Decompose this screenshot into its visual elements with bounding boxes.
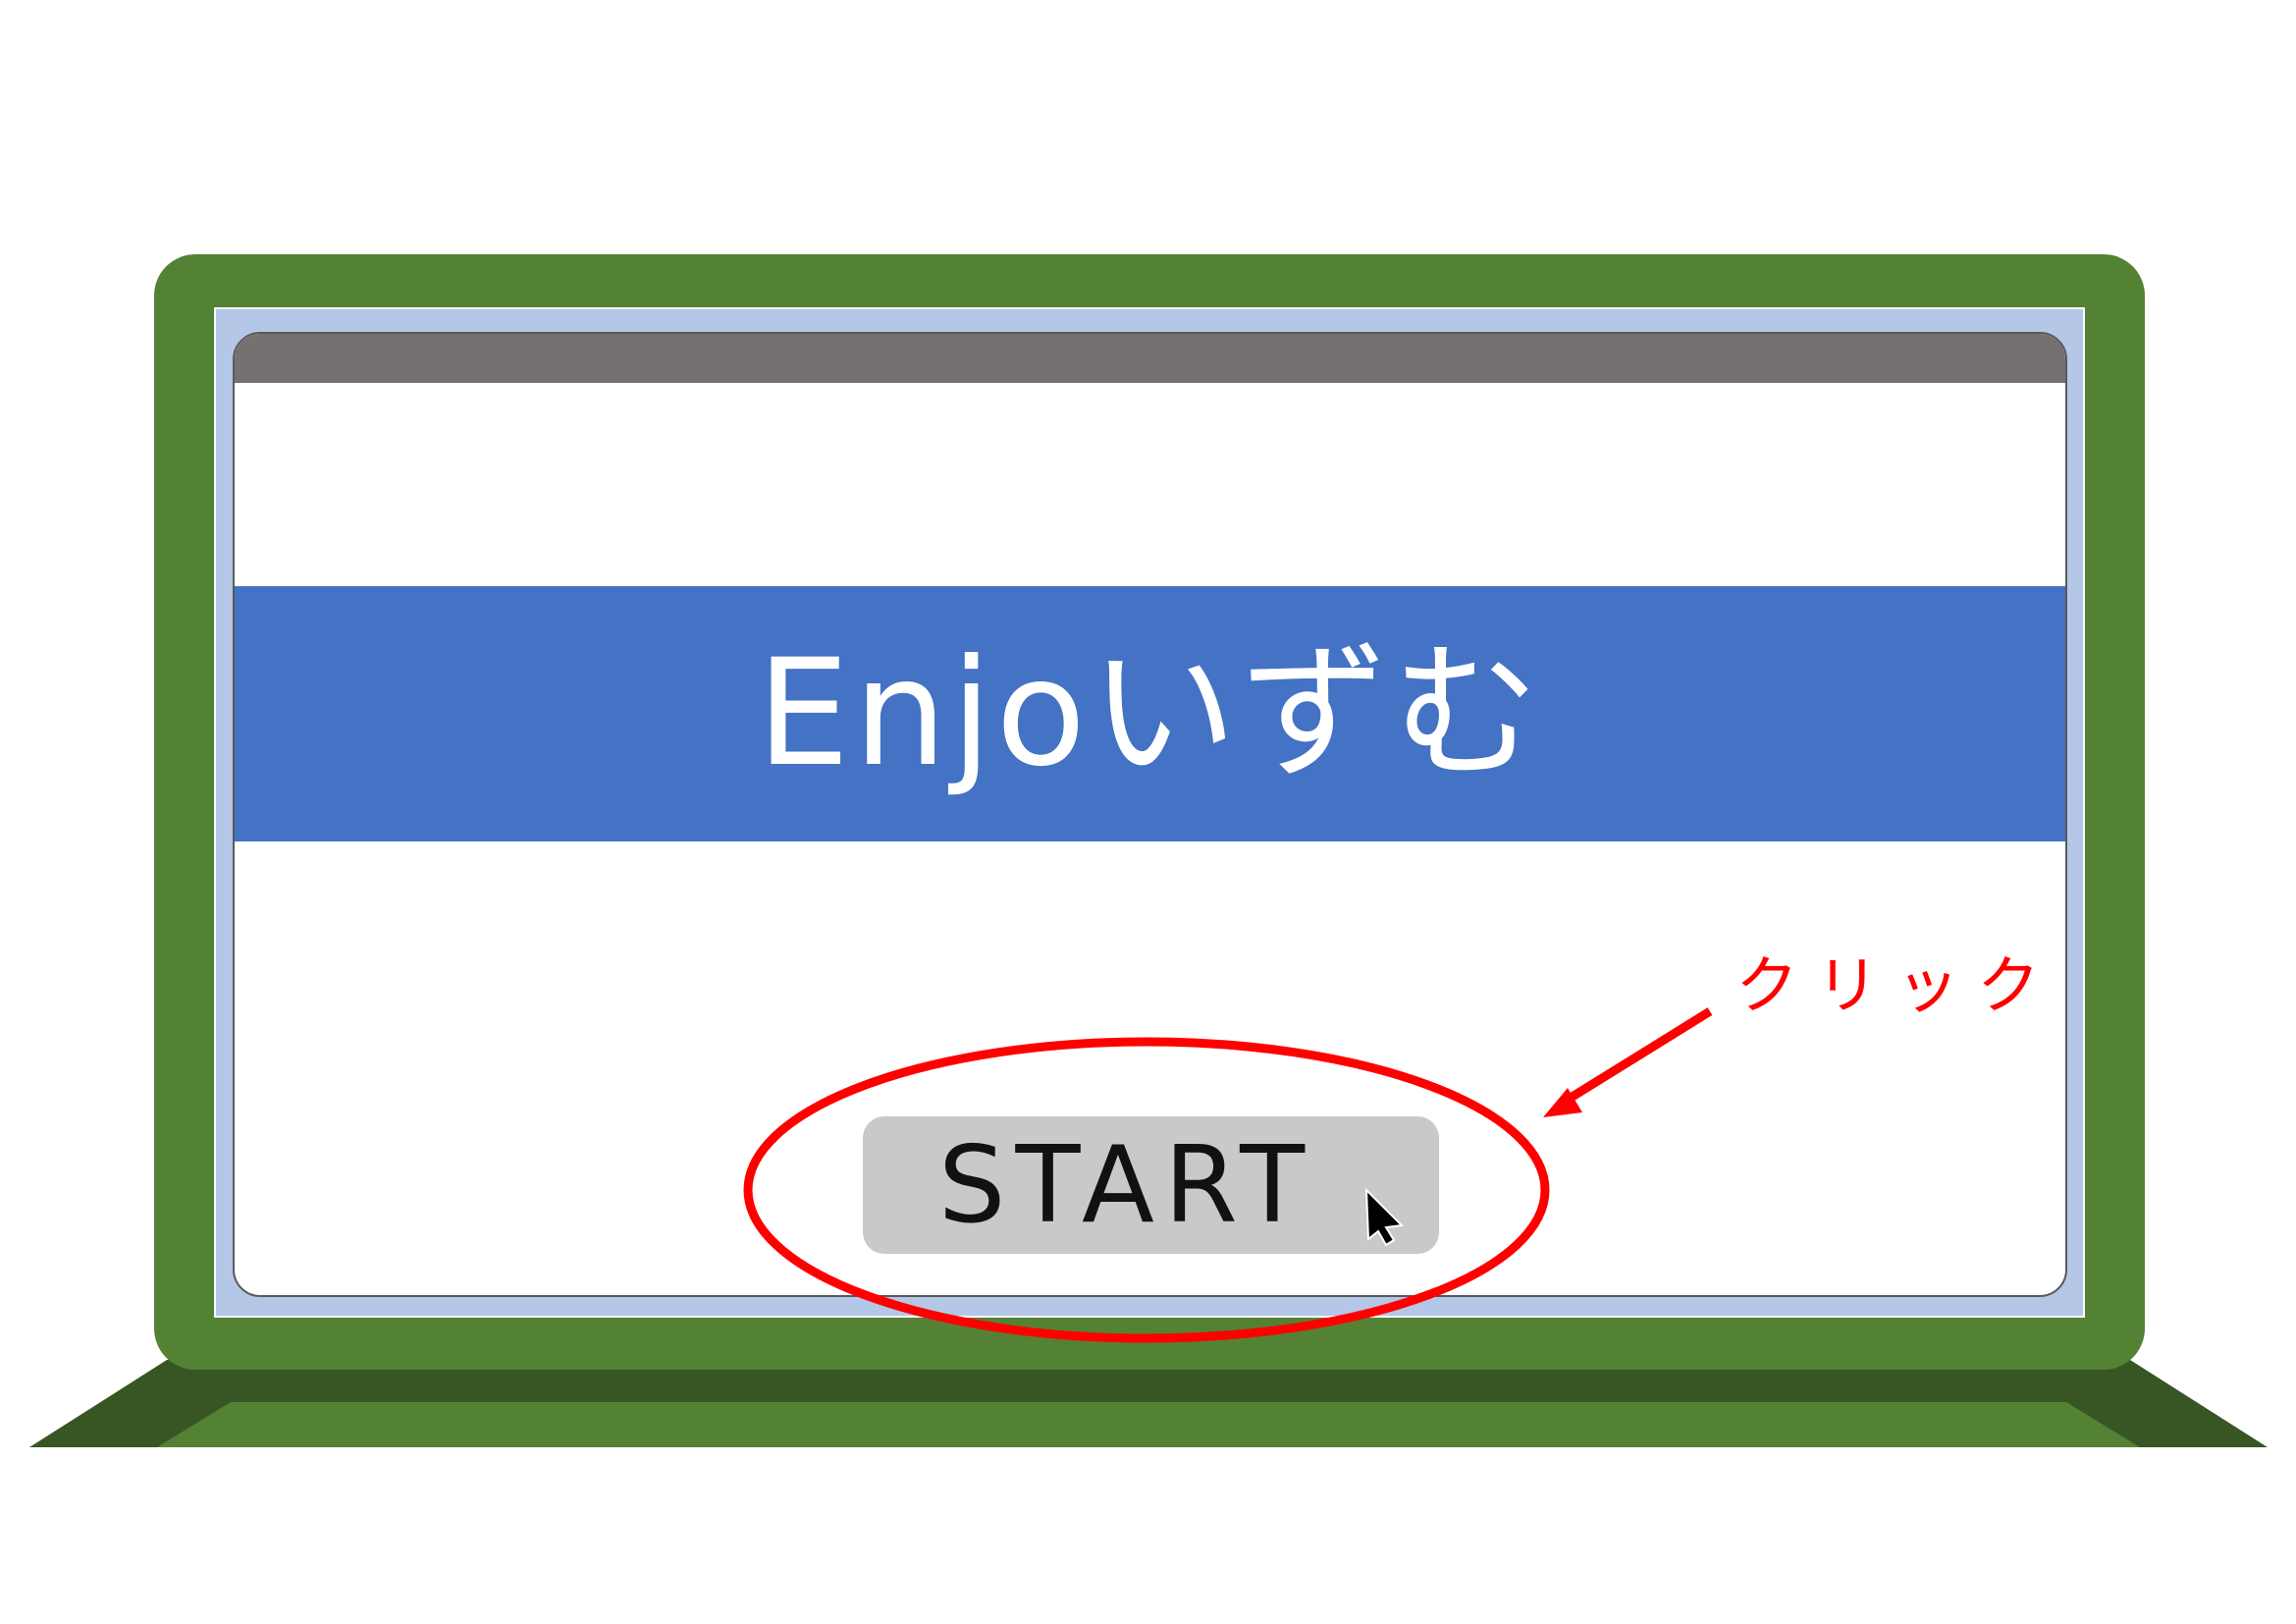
laptop-illustration: Enjoいずむ START クリック — [0, 0, 2296, 1624]
app-title: Enjoいずむ — [756, 628, 1544, 799]
start-button-label: START — [937, 1123, 1315, 1247]
title-banner: Enjoいずむ — [235, 586, 2065, 841]
window-titlebar — [235, 334, 2065, 383]
app-window: Enjoいずむ START — [233, 332, 2067, 1297]
start-button[interactable]: START — [863, 1116, 1439, 1254]
mouse-pointer-icon — [1364, 1188, 1405, 1247]
click-annotation-label: クリック — [1735, 950, 2057, 1023]
